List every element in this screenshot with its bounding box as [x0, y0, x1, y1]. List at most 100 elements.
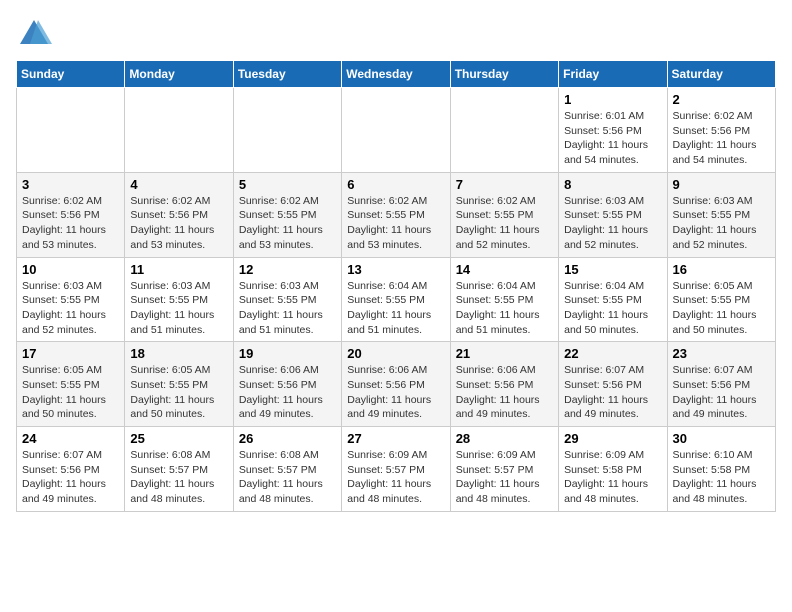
day-number: 26	[239, 431, 336, 446]
day-info: Sunrise: 6:07 AM Sunset: 5:56 PM Dayligh…	[564, 363, 661, 422]
calendar-cell: 9Sunrise: 6:03 AM Sunset: 5:55 PM Daylig…	[667, 172, 775, 257]
calendar-cell: 6 Sunrise: 6:02 AM Sunset: 5:55 PM Daylig…	[342, 172, 450, 257]
day-info: Sunrise: 6:06 AM Sunset: 5:56 PM Dayligh…	[347, 363, 444, 422]
calendar-cell: 10 Sunrise: 6:03 AM Sunset: 5:55 PM Dayli…	[17, 257, 125, 342]
day-info: Sunrise: 6:09 AM Sunset: 5:57 PM Dayligh…	[347, 448, 444, 507]
day-number: 8	[564, 177, 661, 192]
weekday-header: Friday	[559, 61, 667, 88]
calendar-cell: 28 Sunrise: 6:09 AM Sunset: 5:57 PM Dayli…	[450, 427, 558, 512]
calendar-cell: 18Sunrise: 6:05 AM Sunset: 5:55 PM Dayli…	[125, 342, 233, 427]
day-number: 13	[347, 262, 444, 277]
calendar-week-row: 10 Sunrise: 6:03 AM Sunset: 5:55 PM Dayli…	[17, 257, 776, 342]
day-number: 11	[130, 262, 227, 277]
day-info: Sunrise: 6:06 AM Sunset: 5:56 PM Dayligh…	[239, 363, 336, 422]
calendar-cell: 27 Sunrise: 6:09 AM Sunset: 5:57 PM Dayli…	[342, 427, 450, 512]
calendar-cell	[342, 88, 450, 173]
calendar-cell: 20Sunrise: 6:06 AM Sunset: 5:56 PM Dayli…	[342, 342, 450, 427]
calendar-cell	[17, 88, 125, 173]
day-number: 19	[239, 346, 336, 361]
day-info: Sunrise: 6:02 AM Sunset: 5:56 PM Dayligh…	[22, 194, 119, 253]
day-info: Sunrise: 6:04 AM Sunset: 5:55 PM Dayligh…	[456, 279, 553, 338]
calendar-cell: 2 Sunrise: 6:02 AM Sunset: 5:56 PM Daylig…	[667, 88, 775, 173]
day-number: 9	[673, 177, 770, 192]
logo-icon	[16, 16, 52, 52]
day-number: 10	[22, 262, 119, 277]
calendar-cell: 30 Sunrise: 6:10 AM Sunset: 5:58 PM Dayli…	[667, 427, 775, 512]
calendar-cell: 13 Sunrise: 6:04 AM Sunset: 5:55 PM Dayli…	[342, 257, 450, 342]
weekday-header: Sunday	[17, 61, 125, 88]
weekday-header: Monday	[125, 61, 233, 88]
calendar-week-row: 3Sunrise: 6:02 AM Sunset: 5:56 PM Daylig…	[17, 172, 776, 257]
day-number: 17	[22, 346, 119, 361]
day-info: Sunrise: 6:01 AM Sunset: 5:56 PM Dayligh…	[564, 109, 661, 168]
calendar-cell: 11 Sunrise: 6:03 AM Sunset: 5:55 PM Dayli…	[125, 257, 233, 342]
calendar-cell: 3Sunrise: 6:02 AM Sunset: 5:56 PM Daylig…	[17, 172, 125, 257]
calendar-cell: 5 Sunrise: 6:02 AM Sunset: 5:55 PM Daylig…	[233, 172, 341, 257]
day-number: 28	[456, 431, 553, 446]
calendar-cell	[125, 88, 233, 173]
day-info: Sunrise: 6:04 AM Sunset: 5:55 PM Dayligh…	[564, 279, 661, 338]
calendar-cell: 16 Sunrise: 6:05 AM Sunset: 5:55 PM Dayli…	[667, 257, 775, 342]
day-number: 23	[673, 346, 770, 361]
day-info: Sunrise: 6:09 AM Sunset: 5:57 PM Dayligh…	[456, 448, 553, 507]
day-info: Sunrise: 6:02 AM Sunset: 5:55 PM Dayligh…	[239, 194, 336, 253]
weekday-header: Wednesday	[342, 61, 450, 88]
calendar-cell: 7 Sunrise: 6:02 AM Sunset: 5:55 PM Daylig…	[450, 172, 558, 257]
calendar-cell: 22 Sunrise: 6:07 AM Sunset: 5:56 PM Dayli…	[559, 342, 667, 427]
day-number: 16	[673, 262, 770, 277]
day-number: 4	[130, 177, 227, 192]
calendar-cell: 12Sunrise: 6:03 AM Sunset: 5:55 PM Dayli…	[233, 257, 341, 342]
calendar-cell: 19 Sunrise: 6:06 AM Sunset: 5:56 PM Dayli…	[233, 342, 341, 427]
day-info: Sunrise: 6:06 AM Sunset: 5:56 PM Dayligh…	[456, 363, 553, 422]
day-info: Sunrise: 6:03 AM Sunset: 5:55 PM Dayligh…	[564, 194, 661, 253]
day-number: 21	[456, 346, 553, 361]
calendar-cell: 15 Sunrise: 6:04 AM Sunset: 5:55 PM Dayli…	[559, 257, 667, 342]
calendar-week-row: 17 Sunrise: 6:05 AM Sunset: 5:55 PM Dayli…	[17, 342, 776, 427]
calendar-cell	[450, 88, 558, 173]
calendar-week-row: 1 Sunrise: 6:01 AM Sunset: 5:56 PM Daylig…	[17, 88, 776, 173]
day-number: 22	[564, 346, 661, 361]
calendar-cell: 14 Sunrise: 6:04 AM Sunset: 5:55 PM Dayli…	[450, 257, 558, 342]
calendar-cell: 21 Sunrise: 6:06 AM Sunset: 5:56 PM Dayli…	[450, 342, 558, 427]
calendar-header-row: SundayMondayTuesdayWednesdayThursdayFrid…	[17, 61, 776, 88]
day-number: 29	[564, 431, 661, 446]
day-number: 24	[22, 431, 119, 446]
day-number: 1	[564, 92, 661, 107]
calendar-cell: 26 Sunrise: 6:08 AM Sunset: 5:57 PM Dayli…	[233, 427, 341, 512]
day-info: Sunrise: 6:02 AM Sunset: 5:56 PM Dayligh…	[673, 109, 770, 168]
day-info: Sunrise: 6:09 AM Sunset: 5:58 PM Dayligh…	[564, 448, 661, 507]
day-info: Sunrise: 6:05 AM Sunset: 5:55 PM Dayligh…	[673, 279, 770, 338]
calendar-cell: 17 Sunrise: 6:05 AM Sunset: 5:55 PM Dayli…	[17, 342, 125, 427]
day-info: Sunrise: 6:02 AM Sunset: 5:55 PM Dayligh…	[347, 194, 444, 253]
day-number: 25	[130, 431, 227, 446]
calendar-cell: 23 Sunrise: 6:07 AM Sunset: 5:56 PM Dayli…	[667, 342, 775, 427]
day-info: Sunrise: 6:03 AM Sunset: 5:55 PM Dayligh…	[22, 279, 119, 338]
day-info: Sunrise: 6:08 AM Sunset: 5:57 PM Dayligh…	[239, 448, 336, 507]
logo-area	[16, 16, 56, 52]
calendar-cell: 1 Sunrise: 6:01 AM Sunset: 5:56 PM Daylig…	[559, 88, 667, 173]
day-info: Sunrise: 6:03 AM Sunset: 5:55 PM Dayligh…	[130, 279, 227, 338]
day-info: Sunrise: 6:04 AM Sunset: 5:55 PM Dayligh…	[347, 279, 444, 338]
day-info: Sunrise: 6:05 AM Sunset: 5:55 PM Dayligh…	[22, 363, 119, 422]
day-number: 7	[456, 177, 553, 192]
day-info: Sunrise: 6:07 AM Sunset: 5:56 PM Dayligh…	[22, 448, 119, 507]
day-number: 27	[347, 431, 444, 446]
calendar-table: SundayMondayTuesdayWednesdayThursdayFrid…	[16, 60, 776, 512]
calendar-cell: 29 Sunrise: 6:09 AM Sunset: 5:58 PM Dayli…	[559, 427, 667, 512]
day-info: Sunrise: 6:07 AM Sunset: 5:56 PM Dayligh…	[673, 363, 770, 422]
day-number: 15	[564, 262, 661, 277]
day-number: 30	[673, 431, 770, 446]
day-info: Sunrise: 6:02 AM Sunset: 5:55 PM Dayligh…	[456, 194, 553, 253]
day-number: 14	[456, 262, 553, 277]
day-number: 6	[347, 177, 444, 192]
day-info: Sunrise: 6:10 AM Sunset: 5:58 PM Dayligh…	[673, 448, 770, 507]
day-number: 18	[130, 346, 227, 361]
day-info: Sunrise: 6:03 AM Sunset: 5:55 PM Dayligh…	[239, 279, 336, 338]
day-number: 5	[239, 177, 336, 192]
page-header	[16, 16, 776, 52]
calendar-cell	[233, 88, 341, 173]
day-number: 2	[673, 92, 770, 107]
weekday-header: Tuesday	[233, 61, 341, 88]
day-info: Sunrise: 6:08 AM Sunset: 5:57 PM Dayligh…	[130, 448, 227, 507]
calendar-cell: 24 Sunrise: 6:07 AM Sunset: 5:56 PM Dayli…	[17, 427, 125, 512]
